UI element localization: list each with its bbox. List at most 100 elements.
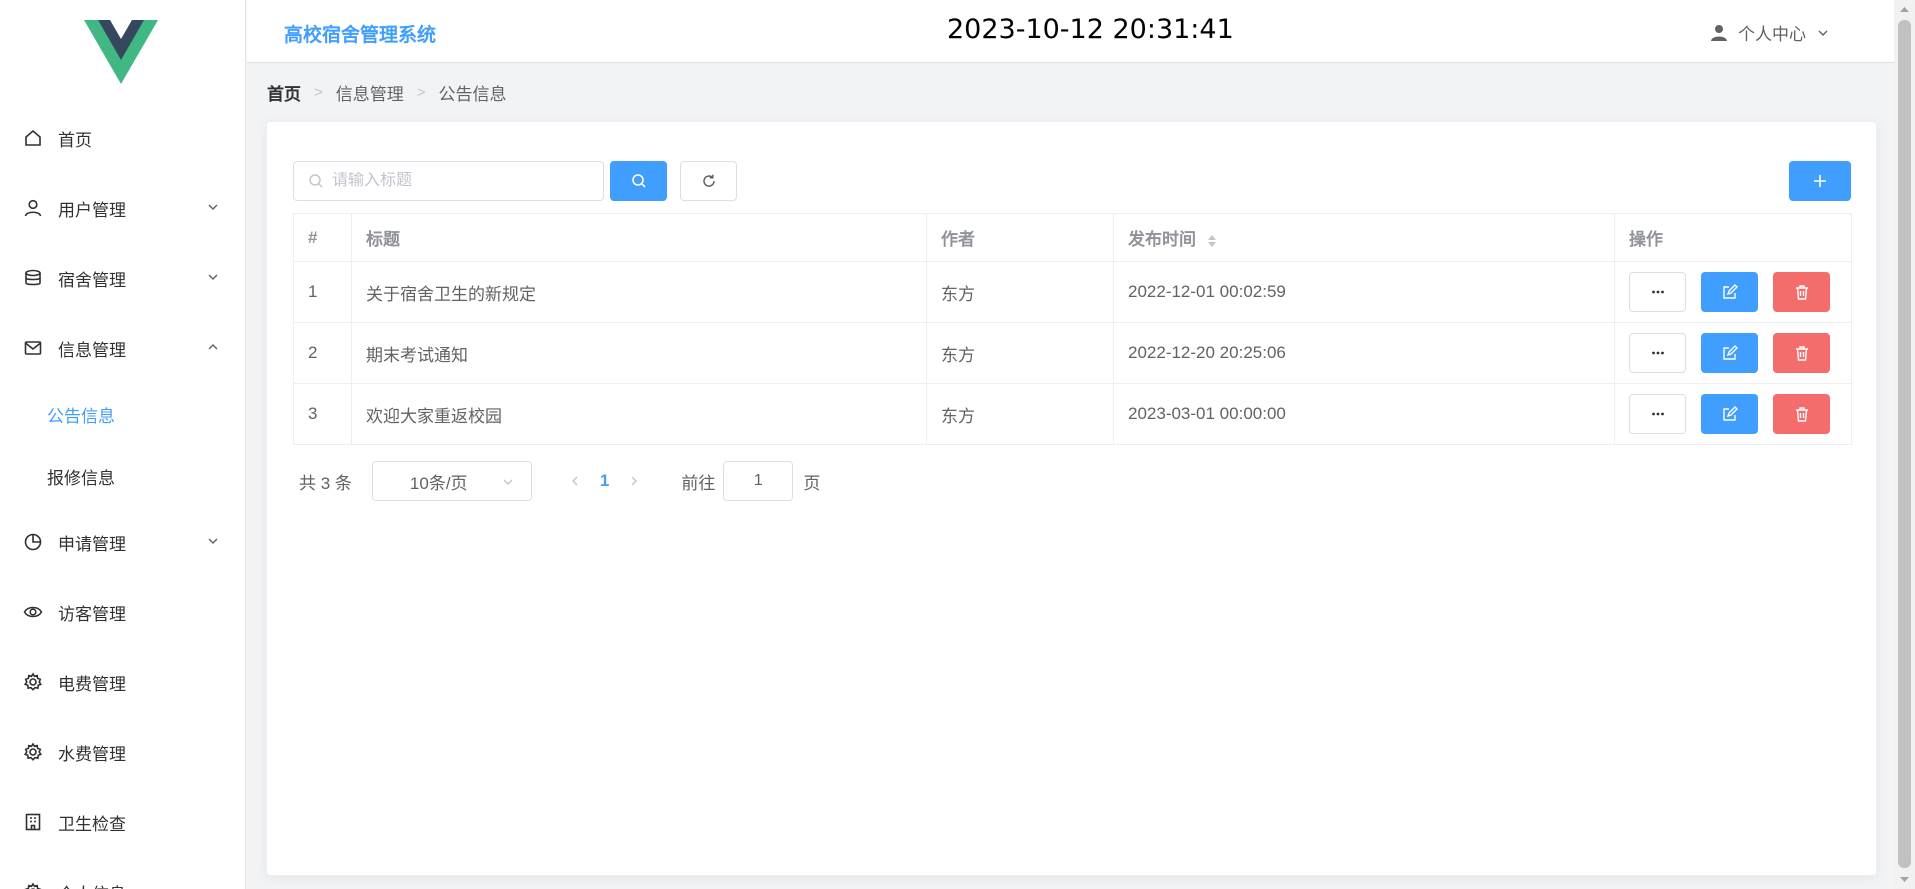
sidebar-item-info-management[interactable]: 信息管理 [0, 313, 245, 383]
column-header-time-label: 发布时间 [1128, 230, 1196, 249]
cell-title: 关于宿舍卫生的新规定 [351, 261, 927, 323]
sidebar-item-electricity-fees[interactable]: 电费管理 [0, 647, 245, 717]
cell-title: 欢迎大家重返校园 [351, 383, 927, 445]
delete-button[interactable] [1773, 272, 1830, 312]
delete-button[interactable] [1773, 333, 1830, 373]
vue-logo [84, 20, 158, 84]
sidebar-item-label: 电费管理 [58, 674, 126, 694]
system-title: 高校宿舍管理系统 [284, 25, 437, 46]
plus-icon [1814, 175, 1826, 187]
pagination-goto-label: 前往 [681, 473, 716, 493]
gear-icon [22, 881, 44, 889]
search-button[interactable] [610, 161, 667, 201]
search-input[interactable] [332, 172, 582, 190]
column-header-author: 作者 [926, 213, 1114, 262]
search-input-wrapper[interactable] [293, 161, 604, 201]
sidebar-item-label: 首页 [58, 130, 92, 150]
sidebar-item-dorm-management[interactable]: 宿舍管理 [0, 243, 245, 313]
view-details-button[interactable] [1629, 333, 1686, 373]
gear-icon [22, 671, 44, 693]
pagination-goto-input[interactable] [723, 461, 794, 501]
edit-button[interactable] [1701, 394, 1758, 434]
user-icon [1711, 24, 1727, 41]
chevron-down-icon [503, 479, 513, 485]
pagination-current-page[interactable]: 1 [600, 471, 609, 491]
add-button[interactable] [1789, 161, 1851, 201]
table-row: 2 期末考试通知 东方 2022-12-20 20:25:06 [293, 322, 1852, 384]
chevron-right-icon[interactable] [627, 474, 641, 488]
pagination: 共 3 条 10条/页 1 前往 页 [299, 461, 820, 501]
page-scrollbar[interactable] [1894, 0, 1915, 889]
header-clock: 2023-10-12 20:31:41 [947, 14, 1234, 45]
sidebar-item-visitor-management[interactable]: 访客管理 [0, 577, 245, 647]
column-header-actions: 操作 [1614, 213, 1852, 262]
sidebar-item-label: 用户管理 [58, 200, 126, 220]
breadcrumb-item-home[interactable]: 首页 [267, 80, 301, 105]
column-header-title: 标题 [351, 213, 927, 262]
sidebar-item-home[interactable]: 首页 [0, 103, 245, 173]
view-details-button[interactable] [1629, 272, 1686, 312]
more-icon [1651, 351, 1664, 355]
sidebar-item-label: 信息管理 [58, 340, 126, 360]
sidebar-subitem-announcements[interactable]: 公告信息 [0, 383, 245, 445]
edit-icon [1722, 406, 1738, 421]
cell-actions [1614, 383, 1852, 445]
breadcrumb-separator-icon: > [416, 84, 426, 101]
sidebar-item-label: 访客管理 [58, 604, 126, 624]
cell-index: 2 [293, 322, 352, 384]
cell-time: 2023-03-01 00:00:00 [1113, 383, 1615, 445]
edit-icon [1722, 345, 1738, 360]
sidebar-item-personal-info[interactable]: 个人信息 [0, 857, 245, 889]
search-icon [309, 174, 323, 188]
scrollbar-thumb[interactable] [1898, 20, 1911, 868]
cell-actions [1614, 261, 1852, 323]
delete-button[interactable] [1773, 394, 1830, 434]
cell-actions [1614, 322, 1852, 384]
cell-title: 期末考试通知 [351, 322, 927, 384]
trash-icon [1795, 346, 1808, 361]
sidebar-item-label: 申请管理 [58, 534, 126, 554]
sort-caret-icon[interactable] [1207, 234, 1217, 248]
sidebar-subitem-repairs[interactable]: 报修信息 [0, 445, 245, 507]
sidebar-item-user-management[interactable]: 用户管理 [0, 173, 245, 243]
chevron-down-icon [208, 274, 218, 280]
cell-time: 2022-12-01 00:02:59 [1113, 261, 1615, 323]
user-menu-dropdown[interactable]: 个人中心 [1709, 20, 1830, 45]
search-icon [631, 174, 646, 188]
cell-author: 东方 [926, 383, 1114, 445]
breadcrumb-item-announcements: 公告信息 [438, 85, 507, 104]
page-size-value: 10条/页 [409, 473, 468, 493]
sidebar-item-water-fees[interactable]: 水费管理 [0, 717, 245, 787]
table-header-row: # 标题 作者 发布时间 操作 [293, 213, 1852, 262]
reset-button[interactable] [680, 161, 737, 201]
top-header: 高校宿舍管理系统 2023-10-12 20:31:41 个人中心 [247, 0, 1894, 63]
trash-icon [1795, 285, 1808, 300]
cell-index: 3 [293, 383, 352, 445]
column-header-time[interactable]: 发布时间 [1113, 213, 1615, 262]
sidebar-menu: 首页 用户管理 宿舍管理 信息管理 公告信息 报修信息 申请管理 访客管理 电费… [0, 103, 245, 889]
page-size-select[interactable]: 10条/页 [371, 461, 532, 501]
user-icon [22, 197, 44, 219]
more-icon [1651, 412, 1664, 416]
edit-button[interactable] [1701, 272, 1758, 312]
sidebar-item-application-management[interactable]: 申请管理 [0, 507, 245, 577]
building-icon [22, 811, 44, 833]
pagination-unit-label: 页 [803, 473, 821, 493]
scroll-up-arrow-icon[interactable] [1899, 4, 1910, 15]
cell-time: 2022-12-20 20:25:06 [1113, 322, 1615, 384]
view-details-button[interactable] [1629, 394, 1686, 434]
sidebar-item-hygiene-inspection[interactable]: 卫生检查 [0, 787, 245, 857]
cell-index: 1 [293, 261, 352, 323]
edit-button[interactable] [1701, 333, 1758, 373]
edit-icon [1722, 284, 1738, 299]
table-row: 3 欢迎大家重返校园 东方 2023-03-01 00:00:00 [293, 383, 1852, 445]
scroll-down-arrow-icon[interactable] [1899, 874, 1910, 885]
content-card: # 标题 作者 发布时间 操作 1 关于宿舍卫生的新规定 东方 2022-12-… [266, 121, 1877, 876]
more-icon [1651, 290, 1664, 294]
home-icon [22, 127, 44, 149]
chevron-left-icon[interactable] [568, 474, 582, 488]
chevron-down-icon [1818, 30, 1828, 36]
refresh-icon [702, 174, 715, 187]
cell-author: 东方 [926, 322, 1114, 384]
gear-icon [22, 741, 44, 763]
